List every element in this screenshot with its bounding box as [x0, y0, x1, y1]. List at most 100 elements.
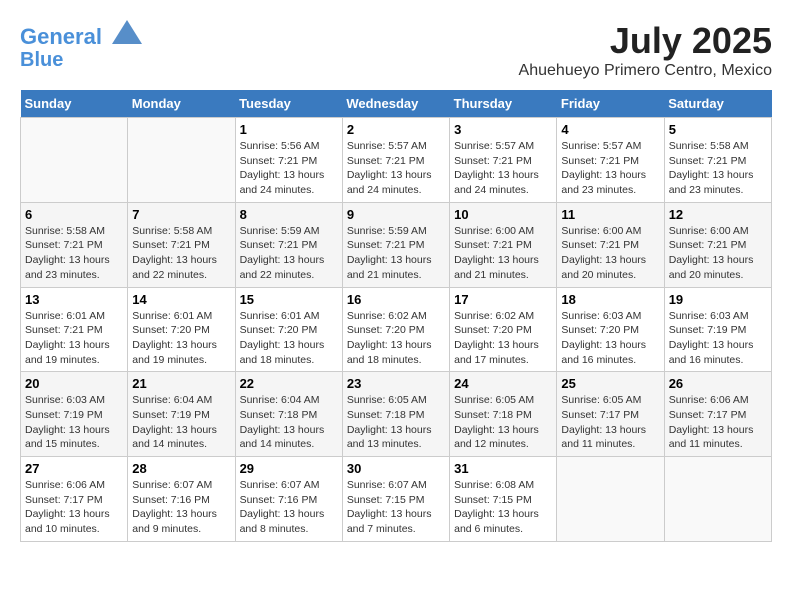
day-number: 4: [561, 122, 659, 137]
day-info: Sunrise: 5:56 AM Sunset: 7:21 PM Dayligh…: [240, 139, 338, 198]
day-number: 29: [240, 461, 338, 476]
day-number: 30: [347, 461, 445, 476]
day-number: 6: [25, 207, 123, 222]
calendar-cell: 2 Sunrise: 5:57 AM Sunset: 7:21 PM Daylig…: [342, 118, 449, 203]
calendar-cell: [21, 118, 128, 203]
logo-icon: [112, 20, 142, 44]
day-header-friday: Friday: [557, 90, 664, 118]
calendar-cell: 27 Sunrise: 6:06 AM Sunset: 7:17 PM Dayli…: [21, 457, 128, 542]
calendar-cell: 20Sunrise: 6:03 AM Sunset: 7:19 PM Dayli…: [21, 372, 128, 457]
day-number: 5: [669, 122, 767, 137]
calendar-header-row: SundayMondayTuesdayWednesdayThursdayFrid…: [21, 90, 772, 118]
calendar-cell: 10 Sunrise: 6:00 AM Sunset: 7:21 PM Dayli…: [450, 202, 557, 287]
calendar-cell: 6 Sunrise: 5:58 AM Sunset: 7:21 PM Daylig…: [21, 202, 128, 287]
day-number: 14: [132, 292, 230, 307]
calendar-cell: 26 Sunrise: 6:06 AM Sunset: 7:17 PM Dayli…: [664, 372, 771, 457]
day-header-wednesday: Wednesday: [342, 90, 449, 118]
calendar-week-3: 13 Sunrise: 6:01 AM Sunset: 7:21 PM Dayli…: [21, 287, 772, 372]
day-info: Sunrise: 6:06 AM Sunset: 7:17 PM Dayligh…: [25, 478, 123, 537]
calendar-cell: 22 Sunrise: 6:04 AM Sunset: 7:18 PM Dayli…: [235, 372, 342, 457]
day-header-thursday: Thursday: [450, 90, 557, 118]
calendar-cell: [128, 118, 235, 203]
logo-text: General: [20, 20, 142, 49]
day-number: 3: [454, 122, 552, 137]
logo-general: General: [20, 24, 102, 49]
calendar-cell: 4 Sunrise: 5:57 AM Sunset: 7:21 PM Daylig…: [557, 118, 664, 203]
calendar-cell: 12Sunrise: 6:00 AM Sunset: 7:21 PM Dayli…: [664, 202, 771, 287]
day-info: Sunrise: 5:58 AM Sunset: 7:21 PM Dayligh…: [132, 224, 230, 283]
day-info: Sunrise: 6:04 AM Sunset: 7:18 PM Dayligh…: [240, 393, 338, 452]
calendar-week-1: 1 Sunrise: 5:56 AM Sunset: 7:21 PM Daylig…: [21, 118, 772, 203]
calendar-cell: 5Sunrise: 5:58 AM Sunset: 7:21 PM Daylig…: [664, 118, 771, 203]
day-info: Sunrise: 6:03 AM Sunset: 7:19 PM Dayligh…: [25, 393, 123, 452]
day-number: 13: [25, 292, 123, 307]
title-block: July 2025 Ahuehueyo Primero Centro, Mexi…: [519, 20, 772, 80]
calendar-cell: 14Sunrise: 6:01 AM Sunset: 7:20 PM Dayli…: [128, 287, 235, 372]
day-info: Sunrise: 6:05 AM Sunset: 7:17 PM Dayligh…: [561, 393, 659, 452]
day-info: Sunrise: 6:00 AM Sunset: 7:21 PM Dayligh…: [561, 224, 659, 283]
calendar-cell: [664, 457, 771, 542]
day-number: 23: [347, 376, 445, 391]
day-number: 2: [347, 122, 445, 137]
day-number: 18: [561, 292, 659, 307]
day-header-saturday: Saturday: [664, 90, 771, 118]
day-number: 31: [454, 461, 552, 476]
calendar-cell: 28Sunrise: 6:07 AM Sunset: 7:16 PM Dayli…: [128, 457, 235, 542]
location-title: Ahuehueyo Primero Centro, Mexico: [519, 62, 772, 80]
day-info: Sunrise: 6:08 AM Sunset: 7:15 PM Dayligh…: [454, 478, 552, 537]
day-info: Sunrise: 6:07 AM Sunset: 7:16 PM Dayligh…: [240, 478, 338, 537]
day-number: 11: [561, 207, 659, 222]
calendar-cell: 11 Sunrise: 6:00 AM Sunset: 7:21 PM Dayli…: [557, 202, 664, 287]
day-number: 28: [132, 461, 230, 476]
day-info: Sunrise: 6:02 AM Sunset: 7:20 PM Dayligh…: [454, 309, 552, 368]
calendar-cell: 15Sunrise: 6:01 AM Sunset: 7:20 PM Dayli…: [235, 287, 342, 372]
day-number: 19: [669, 292, 767, 307]
day-number: 9: [347, 207, 445, 222]
day-number: 24: [454, 376, 552, 391]
day-info: Sunrise: 6:06 AM Sunset: 7:17 PM Dayligh…: [669, 393, 767, 452]
day-info: Sunrise: 6:07 AM Sunset: 7:15 PM Dayligh…: [347, 478, 445, 537]
day-number: 26: [669, 376, 767, 391]
day-header-monday: Monday: [128, 90, 235, 118]
day-info: Sunrise: 6:05 AM Sunset: 7:18 PM Dayligh…: [454, 393, 552, 452]
day-number: 22: [240, 376, 338, 391]
day-info: Sunrise: 5:57 AM Sunset: 7:21 PM Dayligh…: [561, 139, 659, 198]
day-info: Sunrise: 6:00 AM Sunset: 7:21 PM Dayligh…: [669, 224, 767, 283]
calendar-cell: 21 Sunrise: 6:04 AM Sunset: 7:19 PM Dayli…: [128, 372, 235, 457]
day-number: 10: [454, 207, 552, 222]
calendar-cell: 25 Sunrise: 6:05 AM Sunset: 7:17 PM Dayli…: [557, 372, 664, 457]
day-info: Sunrise: 6:01 AM Sunset: 7:21 PM Dayligh…: [25, 309, 123, 368]
day-number: 27: [25, 461, 123, 476]
day-info: Sunrise: 6:04 AM Sunset: 7:19 PM Dayligh…: [132, 393, 230, 452]
calendar-week-4: 20Sunrise: 6:03 AM Sunset: 7:19 PM Dayli…: [21, 372, 772, 457]
calendar-cell: 31 Sunrise: 6:08 AM Sunset: 7:15 PM Dayli…: [450, 457, 557, 542]
logo-blue: Blue: [20, 49, 142, 71]
day-info: Sunrise: 5:57 AM Sunset: 7:21 PM Dayligh…: [347, 139, 445, 198]
calendar-cell: 23 Sunrise: 6:05 AM Sunset: 7:18 PM Dayli…: [342, 372, 449, 457]
day-info: Sunrise: 6:02 AM Sunset: 7:20 PM Dayligh…: [347, 309, 445, 368]
logo: General Blue: [20, 20, 142, 71]
calendar-week-5: 27 Sunrise: 6:06 AM Sunset: 7:17 PM Dayli…: [21, 457, 772, 542]
day-info: Sunrise: 6:05 AM Sunset: 7:18 PM Dayligh…: [347, 393, 445, 452]
calendar-table: SundayMondayTuesdayWednesdayThursdayFrid…: [20, 90, 772, 542]
day-number: 1: [240, 122, 338, 137]
day-number: 17: [454, 292, 552, 307]
day-info: Sunrise: 5:57 AM Sunset: 7:21 PM Dayligh…: [454, 139, 552, 198]
day-info: Sunrise: 5:59 AM Sunset: 7:21 PM Dayligh…: [240, 224, 338, 283]
day-info: Sunrise: 5:58 AM Sunset: 7:21 PM Dayligh…: [25, 224, 123, 283]
month-title: July 2025: [519, 20, 772, 62]
calendar-cell: 13 Sunrise: 6:01 AM Sunset: 7:21 PM Dayli…: [21, 287, 128, 372]
day-info: Sunrise: 6:00 AM Sunset: 7:21 PM Dayligh…: [454, 224, 552, 283]
calendar-cell: 7Sunrise: 5:58 AM Sunset: 7:21 PM Daylig…: [128, 202, 235, 287]
calendar-cell: 9Sunrise: 5:59 AM Sunset: 7:21 PM Daylig…: [342, 202, 449, 287]
page-header: General Blue July 2025 Ahuehueyo Primero…: [20, 20, 772, 80]
day-info: Sunrise: 6:01 AM Sunset: 7:20 PM Dayligh…: [240, 309, 338, 368]
calendar-cell: 18 Sunrise: 6:03 AM Sunset: 7:20 PM Dayli…: [557, 287, 664, 372]
calendar-cell: 17 Sunrise: 6:02 AM Sunset: 7:20 PM Dayli…: [450, 287, 557, 372]
day-info: Sunrise: 6:03 AM Sunset: 7:20 PM Dayligh…: [561, 309, 659, 368]
calendar-week-2: 6 Sunrise: 5:58 AM Sunset: 7:21 PM Daylig…: [21, 202, 772, 287]
calendar-cell: 8Sunrise: 5:59 AM Sunset: 7:21 PM Daylig…: [235, 202, 342, 287]
day-number: 21: [132, 376, 230, 391]
day-number: 25: [561, 376, 659, 391]
calendar-cell: 19Sunrise: 6:03 AM Sunset: 7:19 PM Dayli…: [664, 287, 771, 372]
